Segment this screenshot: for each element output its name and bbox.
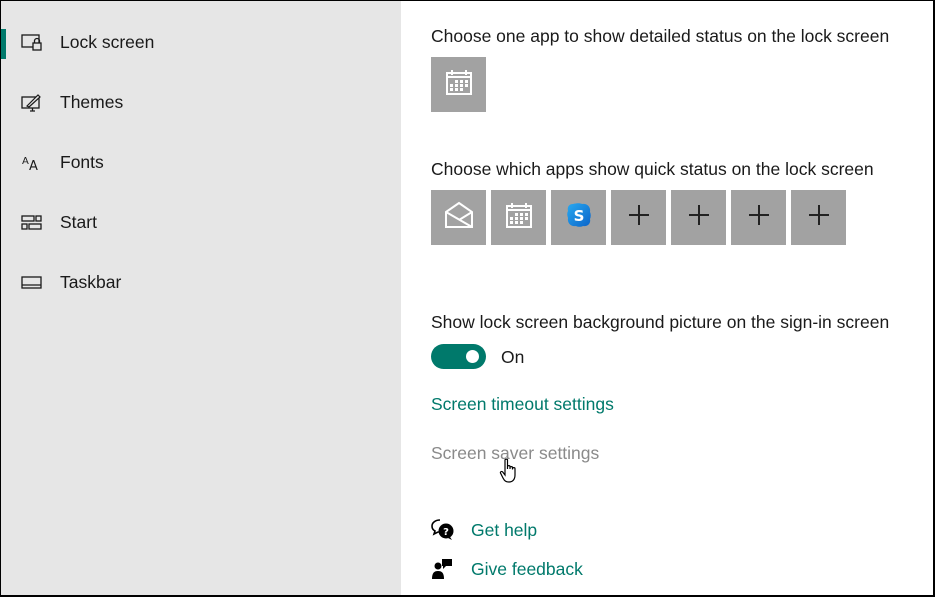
mail-icon	[444, 201, 474, 234]
selected-indicator	[1, 29, 6, 59]
quick-status-add-button[interactable]	[731, 190, 786, 245]
lock-screen-icon	[21, 33, 43, 53]
give-feedback-label: Give feedback	[471, 559, 583, 579]
svg-text:?: ?	[443, 527, 449, 538]
calendar-icon	[445, 68, 473, 101]
screen-saver-settings-link[interactable]: Screen saver settings	[431, 443, 599, 464]
sidebar: Lock screen Themes AA Fonts Start Taskba…	[1, 1, 401, 595]
sidebar-item-fonts[interactable]: AA Fonts	[1, 143, 401, 183]
quick-status-add-button[interactable]	[791, 190, 846, 245]
get-help-link[interactable]: ? Get help	[431, 518, 631, 544]
help-chat-icon: ?	[431, 518, 455, 542]
quick-status-add-button[interactable]	[611, 190, 666, 245]
quick-status-app-mail[interactable]	[431, 190, 486, 245]
signin-background-heading: Show lock screen background picture on t…	[431, 312, 890, 332]
quick-status-add-button[interactable]	[671, 190, 726, 245]
sidebar-item-start[interactable]: Start	[1, 203, 401, 243]
detailed-status-heading: Choose one app to show detailed status o…	[431, 26, 890, 46]
fonts-icon: AA	[21, 153, 43, 173]
sidebar-item-label: Start	[60, 212, 97, 232]
add-icon	[688, 204, 710, 231]
add-icon	[628, 204, 650, 231]
sidebar-item-label: Lock screen	[60, 32, 155, 52]
sidebar-item-lock-screen[interactable]: Lock screen	[1, 23, 401, 63]
skype-icon: S	[566, 202, 592, 233]
sidebar-item-taskbar[interactable]: Taskbar	[1, 263, 401, 303]
quick-status-heading: Choose which apps show quick status on t…	[431, 159, 874, 179]
sidebar-item-label: Taskbar	[60, 272, 122, 292]
sidebar-item-themes[interactable]: Themes	[1, 83, 401, 123]
toggle-state-label: On	[501, 347, 525, 367]
get-help-label: Get help	[471, 520, 538, 540]
themes-icon	[21, 93, 43, 113]
calendar-icon	[505, 201, 533, 234]
detailed-status-app-button[interactable]	[431, 57, 486, 112]
svg-text:A: A	[22, 156, 29, 167]
toggle-knob	[466, 350, 479, 363]
give-feedback-link[interactable]: Give feedback	[431, 557, 631, 583]
add-icon	[748, 204, 770, 231]
add-icon	[808, 204, 830, 231]
screen-timeout-settings-link[interactable]: Screen timeout settings	[431, 394, 614, 415]
signin-background-toggle[interactable]	[431, 344, 486, 369]
quick-status-app-calendar[interactable]	[491, 190, 546, 245]
svg-text:A: A	[29, 159, 38, 172]
feedback-icon	[431, 557, 455, 581]
quick-status-app-skype[interactable]: S	[551, 190, 606, 245]
main-content: Choose one app to show detailed status o…	[401, 1, 932, 595]
taskbar-icon	[21, 273, 43, 293]
sidebar-item-label: Fonts	[60, 152, 104, 172]
start-icon	[21, 213, 43, 233]
sidebar-item-label: Themes	[60, 92, 124, 112]
svg-text:S: S	[573, 207, 584, 225]
